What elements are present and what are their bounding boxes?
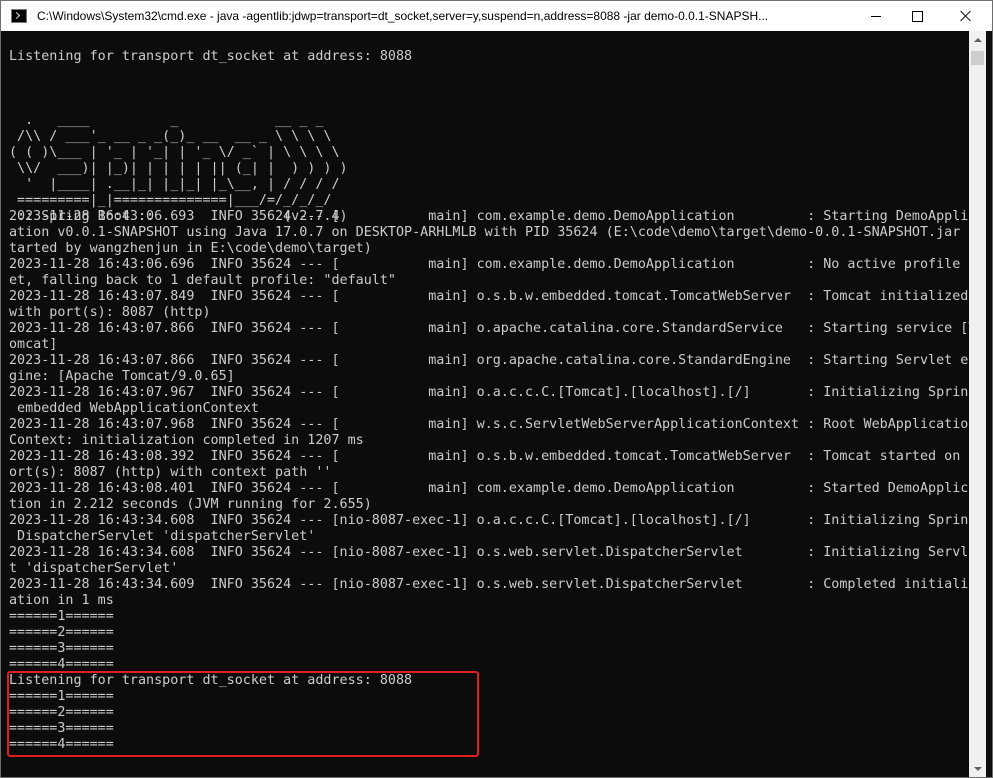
console-line: et, falling back to 1 default profile: "…: [9, 273, 396, 288]
scrollbar-thumb[interactable]: [971, 51, 984, 65]
console-line: 2023-11-28 16:43:34.609 INFO 35624 --- […: [9, 577, 969, 592]
title-bar[interactable]: C:\Windows\System32\cmd.exe - java -agen…: [1, 1, 992, 31]
console-line: ort(s): 8087 (http) with context path '': [9, 465, 332, 480]
cmd-icon: [11, 9, 27, 23]
console-line: Context: initialization completed in 120…: [9, 433, 364, 448]
highlight-annotation: [7, 671, 479, 757]
console-line: tarted by wangzhenjun in E:\code\demo\ta…: [9, 241, 372, 256]
console-line: 2023-11-28 16:43:07.866 INFO 35624 --- […: [9, 321, 969, 336]
console-line: ======2======: [9, 625, 114, 640]
scroll-down-button[interactable]: [969, 760, 986, 777]
console-line: 2023-11-28 16:43:07.866 INFO 35624 --- […: [9, 353, 969, 368]
console-line: 2023-11-28 16:43:07.968 INFO 35624 --- […: [9, 417, 969, 432]
maximize-button[interactable]: [894, 1, 940, 31]
console-line: 2023-11-28 16:43:34.608 INFO 35624 --- […: [9, 513, 969, 528]
chevron-up-icon: [973, 37, 982, 42]
console-line: omcat]: [9, 337, 58, 352]
console-line: embedded WebApplicationContext: [9, 401, 259, 416]
console-output[interactable]: Listening for transport dt_socket at add…: [1, 31, 969, 777]
vertical-scrollbar[interactable]: [969, 31, 986, 777]
console-line: ======1======: [9, 609, 114, 624]
console-line: tion in 2.212 seconds (JVM running for 2…: [9, 497, 372, 512]
spring-banner-line: /\\ / ___'_ __ _ _(_)_ __ __ _ \ \ \ \: [9, 129, 332, 144]
cmd-window: C:\Windows\System32\cmd.exe - java -agen…: [0, 0, 993, 778]
console-line: 2023-11-28 16:43:06.693 INFO 35624 --- […: [9, 209, 969, 224]
spring-banner-line: . ____ _ __ _ _: [9, 113, 324, 128]
console-line: ======3======: [9, 641, 114, 656]
spring-banner-line: ( ( )\___ | '_ | '_| | '_ \/ _` | \ \ \ …: [9, 145, 340, 160]
close-button[interactable]: [943, 1, 989, 31]
close-icon: [960, 10, 972, 22]
console-line: 2023-11-28 16:43:08.401 INFO 35624 --- […: [9, 481, 969, 496]
console-line: ation v0.0.1-SNAPSHOT using Java 17.0.7 …: [9, 225, 969, 240]
console-line: 2023-11-28 16:43:07.849 INFO 35624 --- […: [9, 289, 969, 304]
spring-banner-line: \\/ ___)| |_)| | | | | || (_| | ) ) ) ): [9, 161, 348, 176]
minimize-icon: [871, 15, 881, 17]
window-title: C:\Windows\System32\cmd.exe - java -agen…: [37, 9, 769, 23]
console-line: 2023-11-28 16:43:07.967 INFO 35624 --- […: [9, 385, 969, 400]
console-line: t 'dispatcherServlet': [9, 561, 179, 576]
console-line: 2023-11-28 16:43:06.696 INFO 35624 --- […: [9, 257, 969, 272]
chevron-down-icon: [973, 766, 982, 771]
spring-banner-line: =========|_|==============|___/=/_/_/_/: [9, 193, 332, 208]
maximize-icon: [911, 10, 923, 22]
console-line: 2023-11-28 16:43:08.392 INFO 35624 --- […: [9, 449, 969, 464]
console-line: 2023-11-28 16:43:34.608 INFO 35624 --- […: [9, 545, 969, 560]
minimize-button[interactable]: [853, 1, 899, 31]
console-line: ation in 1 ms: [9, 593, 114, 608]
console-line: Listening for transport dt_socket at add…: [9, 49, 413, 64]
scroll-up-button[interactable]: [969, 31, 986, 48]
spring-banner-line: ' |____| .__|_| |_|_| |_\__, | / / / /: [9, 177, 340, 192]
console-line: DispatcherServlet 'dispatcherServlet': [9, 529, 316, 544]
console-line: with port(s): 8087 (http): [9, 305, 211, 320]
console-line: gine: [Apache Tomcat/9.0.65]: [9, 369, 235, 384]
